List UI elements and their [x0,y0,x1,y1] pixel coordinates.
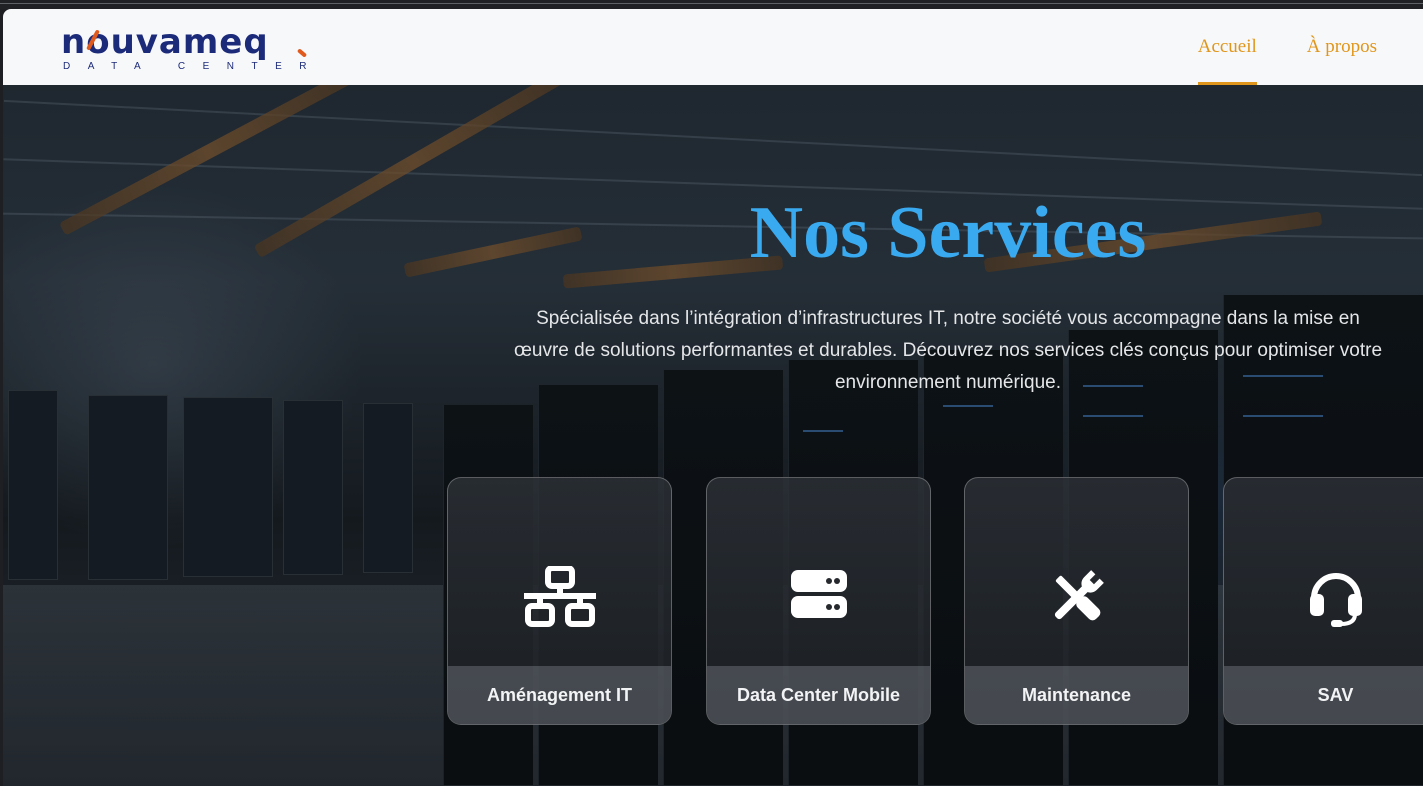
logo-tagline: DATA CENTER [63,61,325,72]
navbar: nouvameq DATA CENTER Accueil À propos [3,9,1423,85]
hero-section: Nos Services Spécialisée dans l’intégrat… [3,85,1423,786]
service-card-label: Data Center Mobile [707,666,930,724]
network-icon [448,566,671,630]
hero-description: Spécialisée dans l’intégration d’infrast… [513,308,1383,393]
tools-icon [965,566,1188,630]
nav-link-accueil[interactable]: Accueil [1197,9,1257,85]
browser-top-edge [0,0,1423,9]
service-card-maintenance[interactable]: Maintenance [964,477,1189,725]
brand-logo[interactable]: nouvameq DATA CENTER [61,25,311,75]
service-card-label: Maintenance [965,666,1188,724]
service-card-data-center-mobile[interactable]: Data Center Mobile [706,477,931,725]
page-title: Nos Services [749,192,1147,274]
nav-link-a-propos[interactable]: À propos [1307,9,1377,85]
server-icon [707,566,930,630]
main-nav: Accueil À propos [1197,9,1377,85]
service-card-amenagement-it[interactable]: Aménagement IT [447,477,672,725]
service-card-sav[interactable]: SAV [1223,477,1423,725]
service-card-label: Aménagement IT [448,666,671,724]
service-card-label: SAV [1224,666,1423,724]
headset-icon [1224,566,1423,630]
